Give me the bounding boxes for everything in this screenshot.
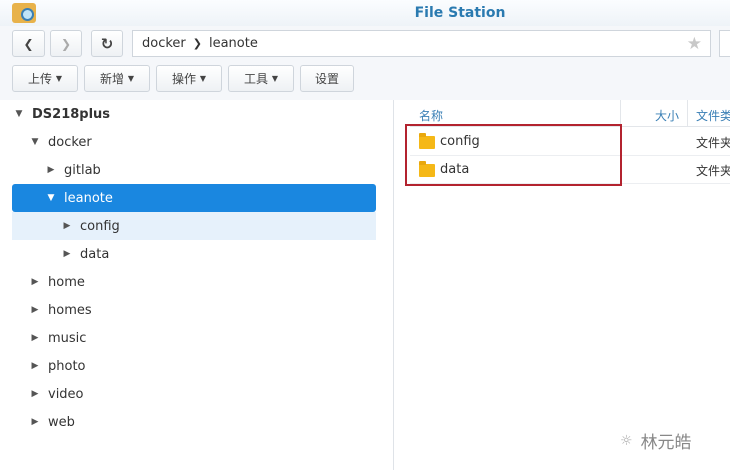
file-type: 文件夹: [696, 136, 730, 150]
column-divider: [620, 100, 621, 127]
collapsed-arrow-icon[interactable]: ▶: [60, 249, 74, 259]
breadcrumb-separator-icon: ❯: [192, 37, 202, 50]
collapsed-arrow-icon[interactable]: ▶: [28, 389, 42, 399]
column-size[interactable]: 大小: [655, 107, 679, 124]
expanded-arrow-icon[interactable]: ▼: [44, 193, 58, 203]
refresh-button[interactable]: ↻: [91, 30, 123, 57]
collapsed-arrow-icon[interactable]: ▶: [60, 221, 74, 231]
tree-node-label: photo: [48, 358, 86, 374]
path-bar[interactable]: docker ❯ leanote ★: [132, 30, 711, 57]
upload-button[interactable]: 上传 ▼: [12, 65, 78, 92]
column-name[interactable]: 名称: [419, 107, 443, 124]
watermark: ☼ 林元皓: [620, 428, 692, 454]
caret-down-icon: ▼: [55, 74, 62, 83]
breadcrumb-docker[interactable]: docker: [142, 36, 186, 51]
tree-node-video[interactable]: ▶ video: [12, 380, 376, 408]
action-button[interactable]: 操作 ▼: [156, 65, 222, 92]
collapsed-arrow-icon[interactable]: ▶: [28, 305, 42, 315]
upload-label: 上传: [28, 72, 53, 86]
collapsed-arrow-icon[interactable]: ▶: [28, 277, 42, 287]
tree-node-gitlab[interactable]: ▶ gitlab: [12, 156, 376, 184]
favorite-star-icon[interactable]: ★: [687, 34, 702, 54]
tree-node-label: docker: [48, 134, 92, 150]
tree-node-music[interactable]: ▶ music: [12, 324, 376, 352]
tree-node-homes[interactable]: ▶ homes: [12, 296, 376, 324]
tree-node-data[interactable]: ▶ data: [12, 240, 376, 268]
chevron-left-icon: ❮: [23, 36, 34, 51]
tree-node-label: data: [80, 246, 110, 262]
column-type[interactable]: 文件类型: [696, 107, 730, 124]
search-field[interactable]: [719, 30, 730, 57]
collapsed-arrow-icon[interactable]: ▶: [28, 333, 42, 343]
chevron-right-icon: ❯: [60, 36, 72, 51]
tree-node-label: web: [48, 414, 75, 430]
tree-node-web[interactable]: ▶ web: [12, 408, 376, 436]
tree-node-label: gitlab: [64, 162, 101, 178]
folder-tree: ▼ DS218plus ▼ docker ▶ gitlab ▼ leanote ▶ config ▶…: [0, 100, 390, 470]
column-divider: [687, 100, 688, 127]
breadcrumb-leanote[interactable]: leanote: [209, 36, 258, 51]
tree-node-home[interactable]: ▶ home: [12, 268, 376, 296]
caret-down-icon: ▼: [199, 74, 206, 83]
tree-node-label: leanote: [64, 190, 113, 206]
list-header: 名称 大小 文件类型: [410, 100, 730, 127]
forward-button[interactable]: ❯: [50, 30, 82, 57]
tools-label: 工具: [244, 72, 269, 86]
tree-node-label: config: [80, 218, 120, 234]
file-type: 文件夹: [696, 164, 730, 178]
tree-node-label: video: [48, 386, 84, 402]
expanded-arrow-icon[interactable]: ▼: [28, 137, 42, 147]
tree-node-photo[interactable]: ▶ photo: [12, 352, 376, 380]
settings-button[interactable]: 设置: [300, 65, 354, 92]
tree-node-label: home: [48, 274, 85, 290]
create-button[interactable]: 新增 ▼: [84, 65, 150, 92]
highlight-annotation-box: [405, 124, 622, 186]
collapsed-arrow-icon[interactable]: ▶: [28, 361, 42, 371]
tree-node-docker[interactable]: ▼ docker: [12, 128, 376, 156]
refresh-icon: ↻: [100, 34, 114, 53]
back-button[interactable]: ❮: [12, 30, 45, 57]
create-label: 新增: [100, 72, 125, 86]
caret-down-icon: ▼: [271, 74, 278, 83]
wechat-icon: ☼: [620, 432, 633, 449]
watermark-text: 林元皓: [640, 433, 692, 453]
collapsed-arrow-icon[interactable]: ▶: [44, 165, 58, 175]
tools-button[interactable]: 工具 ▼: [228, 65, 294, 92]
tree-node-config[interactable]: ▶ config: [12, 212, 376, 240]
tree-node-label: homes: [48, 302, 92, 318]
pane-divider[interactable]: [393, 100, 394, 470]
settings-label: 设置: [314, 72, 339, 86]
title-bar: File Station: [0, 0, 730, 26]
tree-node-leanote[interactable]: ▼ leanote: [12, 184, 376, 212]
window-title: File Station: [414, 5, 506, 21]
collapsed-arrow-icon[interactable]: ▶: [28, 417, 42, 427]
tree-node-label: music: [48, 330, 87, 346]
tree-node-label: DS218plus: [32, 106, 111, 122]
caret-down-icon: ▼: [127, 74, 134, 83]
action-label: 操作: [172, 72, 197, 86]
tree-node-ds218plus[interactable]: ▼ DS218plus: [12, 100, 376, 128]
expanded-arrow-icon[interactable]: ▼: [12, 109, 26, 119]
